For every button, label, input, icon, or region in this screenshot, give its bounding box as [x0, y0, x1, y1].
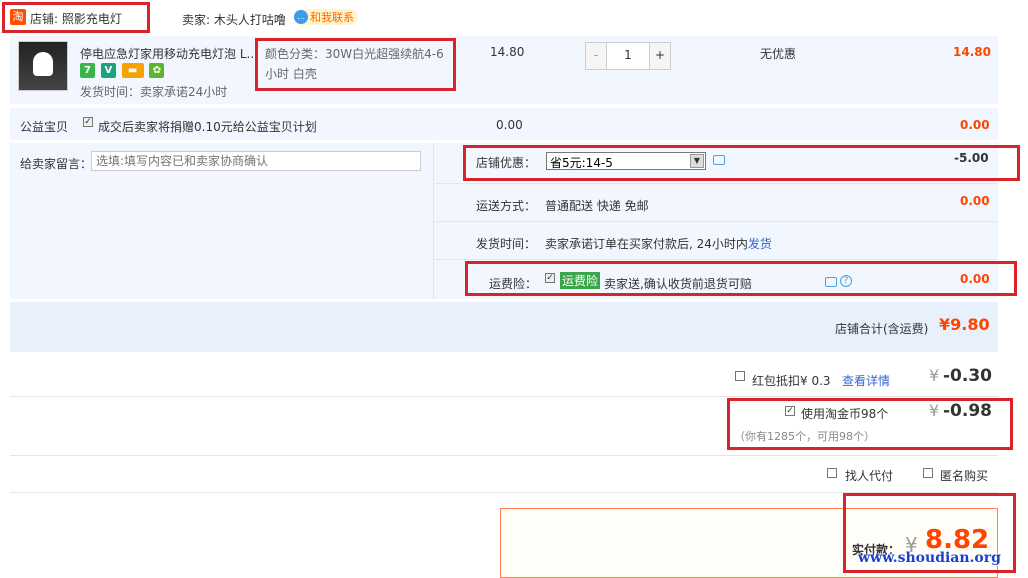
insurance-amount: 0.00	[960, 272, 990, 286]
dropdown-arrow-icon[interactable]: ▼	[690, 154, 704, 168]
shop-header: 淘 店铺: 照影充电灯 卖家: 木头人打咕噜 … 和我联系	[8, 6, 1008, 32]
shop-logo-icon: 淘	[10, 9, 26, 25]
taojinbi-amount: -0.98	[943, 401, 992, 421]
shipping-amount: 0.00	[960, 194, 990, 208]
chat-bubble-icon: …	[294, 10, 308, 24]
quantity-minus-button[interactable]: -	[586, 43, 607, 69]
options-row-line	[434, 183, 998, 184]
shop-total-label: 店铺合计(含运费)	[835, 322, 929, 336]
payment-box	[500, 508, 998, 578]
delivery-value: 卖家承诺订单在买家付款后, 24小时内发货	[545, 235, 772, 252]
discount-chat-icon[interactable]	[713, 155, 725, 165]
charity-subtotal: 0.00	[960, 118, 990, 132]
insurance-tag: 运费险	[560, 272, 601, 289]
insurance-text: 卖家送,确认收货前退货可赔	[604, 277, 752, 291]
shop-discount-label: 店铺优惠：	[476, 156, 537, 170]
shop-name[interactable]: 店铺: 照影充电灯	[30, 10, 122, 27]
item-title-link[interactable]: 停电应急灯家用移动充电灯泡 L...	[80, 45, 258, 62]
redpacket-label: 红包抵扣¥ 0.3	[752, 374, 831, 388]
shop-total-amount: ¥9.80	[939, 315, 990, 334]
seven-day-return-icon[interactable]: 7	[80, 63, 95, 78]
anonymous-label: 匿名购买	[940, 469, 989, 483]
quantity-plus-button[interactable]: +	[649, 43, 670, 69]
message-label: 给卖家留言：	[20, 157, 93, 171]
options-row-line	[434, 259, 998, 260]
taojinbi-checkbox[interactable]: ✓	[785, 406, 795, 416]
insurance-chat-icon[interactable]	[825, 277, 837, 287]
shop-discount-select[interactable]: 省5元:14-5 ▼	[546, 152, 706, 170]
seller-name[interactable]: 卖家: 木头人打咕噜	[182, 11, 286, 28]
redpacket-currency: ¥	[929, 366, 940, 385]
redpacket-checkbox[interactable]	[735, 371, 745, 381]
divider	[10, 492, 998, 493]
options-row-line	[434, 221, 998, 222]
taojinbi-currency: ¥	[929, 401, 940, 420]
charity-text: 成交后卖家将捐赠0.10元给公益宝贝计划	[98, 120, 317, 134]
redpacket-details-link[interactable]: 查看详情	[842, 372, 890, 389]
consumer-protect-icon[interactable]: ✿	[149, 63, 165, 78]
shipping-label: 运送方式：	[476, 199, 537, 213]
shop-discount-selected: 省5元:14-5	[550, 156, 613, 170]
message-input[interactable]	[91, 151, 421, 171]
proxy-pay-label: 找人代付	[845, 469, 894, 483]
divider	[10, 396, 998, 397]
charity-checkbox[interactable]: ✓	[83, 117, 93, 127]
taojinbi-note: （你有1285个，可用98个）	[734, 430, 875, 443]
item-promo: 无优惠	[760, 47, 797, 61]
delivery-link[interactable]: 发货	[748, 237, 772, 251]
proxy-pay-checkbox[interactable]	[827, 468, 837, 478]
shipping-value: 普通配送 快递 免邮	[545, 199, 649, 213]
charity-price: 0.00	[496, 118, 523, 132]
shop-discount-amount: -5.00	[954, 151, 989, 165]
help-icon[interactable]: ?	[840, 275, 852, 287]
delivery-text: 卖家承诺订单在买家付款后, 24小时内	[545, 237, 748, 251]
contact-label: 和我联系	[310, 11, 354, 24]
item-thumbnail[interactable]	[18, 41, 68, 91]
taojinbi-label: 使用淘金币98个	[801, 407, 889, 421]
item-color-line2: 小时 白壳	[265, 67, 317, 81]
contact-seller-button[interactable]: … 和我联系	[294, 9, 358, 25]
item-unit-price: 14.80	[490, 45, 525, 59]
insurance-checkbox[interactable]: ✓	[545, 273, 555, 283]
v-certified-icon[interactable]: V	[100, 63, 116, 78]
charity-label: 公益宝贝	[20, 120, 69, 134]
redpacket-amount: -0.30	[943, 366, 992, 386]
delivery-label: 发货时间：	[476, 237, 537, 251]
quantity-stepper: - 1 +	[585, 42, 671, 70]
item-color-line1: 颜色分类：30W白光超强续航4-6	[265, 47, 444, 61]
bulb-icon	[33, 52, 53, 76]
divider	[10, 455, 998, 456]
item-ship-time: 发货时间：卖家承诺24小时	[80, 85, 228, 99]
service-badges: 7 V ▬ ✿	[80, 63, 166, 78]
anonymous-checkbox[interactable]	[923, 468, 933, 478]
insurance-label: 运费险：	[489, 277, 538, 291]
item-subtotal: 14.80	[953, 45, 991, 59]
credit-card-icon[interactable]: ▬	[121, 63, 144, 78]
quantity-input[interactable]: 1	[607, 43, 649, 69]
watermark: www.shoudian.org	[858, 550, 1001, 566]
